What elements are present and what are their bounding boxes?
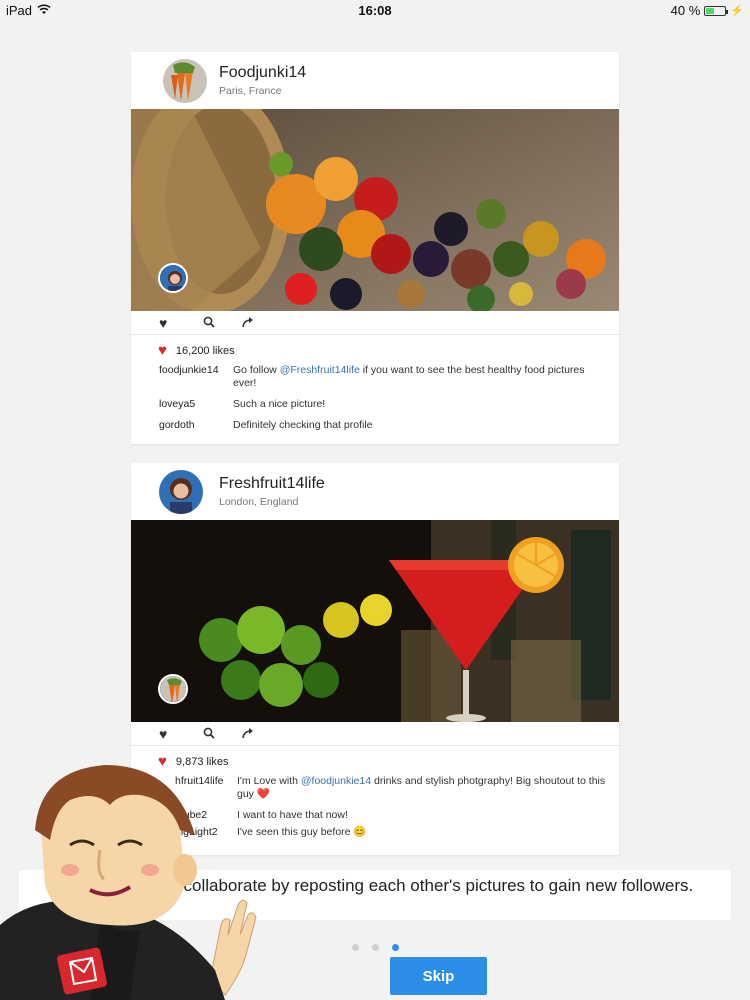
mascot-illustration (0, 755, 260, 1000)
post-username[interactable]: Freshfruit14life (219, 475, 325, 493)
post-location: London, England (219, 496, 299, 508)
comment-text: Definitely checking that profile (233, 419, 373, 431)
share-icon[interactable] (241, 315, 255, 331)
mention-link[interactable]: @foodjunkie14 (301, 775, 371, 787)
post-username[interactable]: Foodjunki14 (219, 64, 306, 82)
comment: foodjunkie14 Go follow @Freshfruit14life… (159, 364, 599, 390)
post-actions: ♥ (131, 311, 619, 335)
comment-user[interactable]: loveya5 (159, 398, 233, 411)
share-icon[interactable] (241, 726, 255, 742)
likes-count: ♥ 16,200 likes (158, 342, 235, 359)
heart-icon: ♥ (158, 342, 167, 359)
status-bar: iPad 16:08 40 % ⚡ (0, 0, 750, 20)
battery-percent: 40 % (670, 3, 701, 18)
comment-user[interactable]: gordoth (159, 419, 233, 432)
search-icon[interactable] (203, 315, 215, 331)
page-dot[interactable] (351, 944, 359, 951)
comment-text: Such a nice picture! (233, 398, 326, 410)
comment-text: I've seen this guy before 😊 (237, 826, 367, 838)
tagged-avatar[interactable] (158, 263, 188, 293)
post-photo[interactable] (131, 520, 619, 722)
post-location: Paris, France (219, 85, 282, 97)
skip-button[interactable]: Skip (390, 957, 487, 995)
post-photo[interactable] (131, 109, 619, 311)
post-header: Foodjunki14 Paris, France (131, 52, 619, 109)
avatar[interactable] (159, 470, 203, 514)
comment-text: I'm Love with @foodjunkie14 drinks and s… (237, 775, 606, 800)
charging-icon: ⚡ (730, 5, 744, 17)
comment-user[interactable]: foodjunkie14 (159, 364, 233, 390)
heart-icon[interactable]: ♥ (159, 315, 167, 331)
clock: 16:08 (358, 3, 392, 18)
page-dot[interactable] (371, 944, 379, 951)
post-actions: ♥ (131, 722, 619, 746)
search-icon[interactable] (203, 726, 215, 742)
page-dot-active[interactable] (391, 944, 399, 951)
comment: gordoth Definitely checking that profile (159, 419, 599, 432)
post-header: Freshfruit14life London, England (131, 463, 619, 520)
comment-text: Go follow @Freshfruit14life if you want … (233, 364, 585, 389)
tagged-avatar[interactable] (158, 674, 188, 704)
mention-link[interactable]: @Freshfruit14life (280, 364, 360, 376)
likes-label: 16,200 likes (175, 344, 235, 357)
battery-icon (704, 5, 729, 16)
post-card-foodjunki: Foodjunki14 Paris, France ♥ ♥ 16,200 lik… (131, 52, 619, 444)
comment-text: I want to have that now! (237, 809, 348, 821)
avatar[interactable] (163, 59, 207, 103)
comment: loveya5 Such a nice picture! (159, 398, 599, 411)
heart-icon[interactable]: ♥ (159, 726, 167, 742)
